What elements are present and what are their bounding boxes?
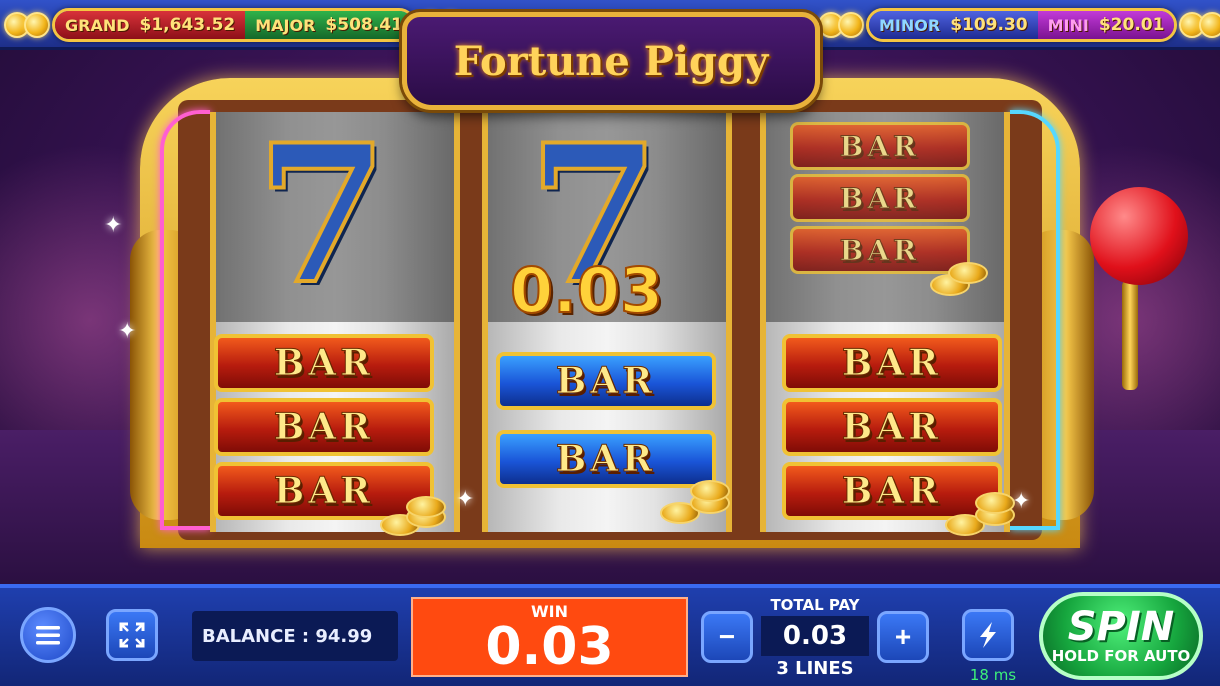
jackpot-pill-grand-major: GRAND $1,643.52 MAJOR $508.41 <box>52 8 416 42</box>
jackpot-mini-value: $20.01 <box>1098 15 1165 35</box>
game-title: Fortune Piggy <box>453 37 769 85</box>
neon-trim-left <box>160 110 210 530</box>
jackpot-minor: MINOR $109.30 <box>869 11 1038 39</box>
balance-display: BALANCE : 94.99 <box>192 611 398 661</box>
bar-symbol: BAR <box>214 334 434 392</box>
bar-symbol: BAR <box>790 174 970 222</box>
jackpot-minor-label: MINOR <box>879 15 941 35</box>
coin-stack-icon <box>945 492 1015 536</box>
jackpot-mini-label: MINI <box>1047 15 1089 35</box>
coin-stack-icon <box>380 496 446 536</box>
seven-symbol: 7 <box>254 103 390 326</box>
reel-1: 7 BAR BAR BAR <box>210 112 460 532</box>
sparkle-icon: ✦ <box>104 212 123 237</box>
turbo-button[interactable] <box>962 609 1014 661</box>
menu-button[interactable] <box>20 607 76 663</box>
increase-bet-button[interactable]: + <box>877 611 929 663</box>
sparkle-icon: ✦ <box>118 318 137 343</box>
reel-win-amount: 0.03 <box>509 253 664 328</box>
jackpot-group-right: MINOR $109.30 MINI $20.01 <box>818 7 1220 43</box>
reel-3: BAR BAR BAR BAR BAR BAR <box>760 112 1010 532</box>
jackpot-major: MAJOR $508.41 <box>245 11 413 39</box>
coin-icon <box>838 12 864 38</box>
neon-trim-right <box>1010 110 1060 530</box>
decrease-bet-button[interactable]: − <box>701 611 753 663</box>
lever-handle[interactable] <box>1090 187 1188 285</box>
jackpot-grand: GRAND $1,643.52 <box>55 11 246 39</box>
win-display: WIN 0.03 <box>411 597 688 677</box>
sparkle-icon: ✦ <box>1012 488 1031 513</box>
hamburger-menu-icon <box>36 626 60 645</box>
fullscreen-icon <box>119 622 145 648</box>
jackpot-pill-minor-mini: MINOR $109.30 MINI $20.01 <box>866 8 1178 42</box>
bar-symbol: BAR <box>496 352 716 410</box>
jackpot-minor-value: $109.30 <box>950 15 1028 35</box>
slot-game-screen: GRAND $1,643.52 MAJOR $508.41 MINOR $109… <box>0 0 1220 686</box>
latency-indicator: 18 ms <box>969 666 1017 684</box>
coin-icon <box>1199 12 1220 38</box>
bar-symbol: BAR <box>782 334 1002 392</box>
lever-stick <box>1122 280 1138 390</box>
jackpot-major-value: $508.41 <box>325 15 403 35</box>
fullscreen-button[interactable] <box>106 609 158 661</box>
bar-symbol: BAR <box>782 398 1002 456</box>
total-pay-value: 0.03 <box>761 616 869 656</box>
lightning-icon <box>980 622 996 648</box>
coin-icon <box>24 12 50 38</box>
spin-label: SPIN <box>1067 604 1175 650</box>
game-title-plaque: Fortune Piggy <box>402 12 820 110</box>
bar-symbol: BAR <box>214 398 434 456</box>
bar-symbol: BAR <box>790 122 970 170</box>
jackpot-group-left: GRAND $1,643.52 MAJOR $508.41 <box>4 7 464 43</box>
jackpot-major-label: MAJOR <box>255 15 316 35</box>
coin-stack-icon <box>930 258 990 298</box>
spin-button[interactable]: SPIN HOLD FOR AUTO <box>1039 592 1203 680</box>
lines-count: 3 LINES <box>776 658 854 679</box>
coin-stack-icon <box>660 478 730 524</box>
jackpot-grand-value: $1,643.52 <box>139 15 236 35</box>
spin-sublabel: HOLD FOR AUTO <box>1051 647 1191 665</box>
total-pay-label: TOTAL PAY <box>770 596 860 614</box>
win-value: 0.03 <box>485 616 614 677</box>
jackpot-grand-label: GRAND <box>65 15 130 35</box>
jackpot-mini: MINI $20.01 <box>1037 11 1175 39</box>
sparkle-icon: ✦ <box>456 486 475 511</box>
